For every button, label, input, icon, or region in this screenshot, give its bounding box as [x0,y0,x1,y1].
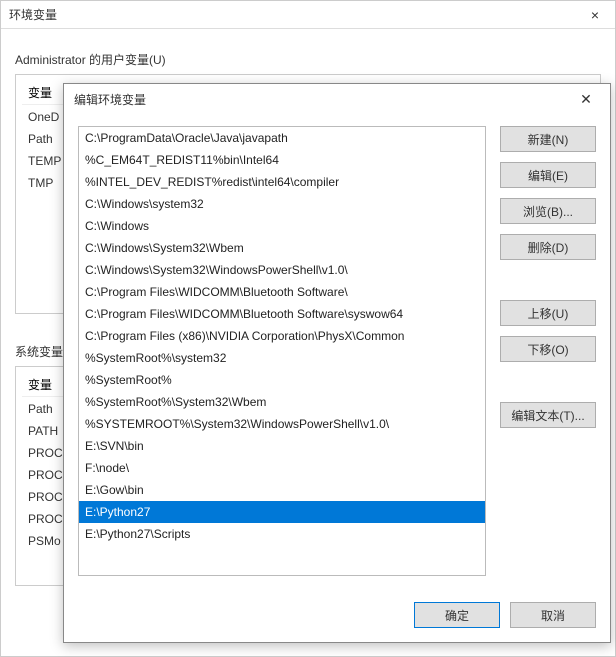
path-list-item[interactable]: %SystemRoot%\system32 [79,347,485,369]
move-down-button[interactable]: 下移(O) [500,336,596,362]
edit-text-button[interactable]: 编辑文本(T)... [500,402,596,428]
delete-button[interactable]: 删除(D) [500,234,596,260]
environment-variables-window: 环境变量 × Administrator 的用户变量(U) 变量 OneDPat… [0,0,616,657]
path-list-item[interactable]: %INTEL_DEV_REDIST%redist\intel64\compile… [79,171,485,193]
path-list-item[interactable]: E:\Python27 [79,501,485,523]
path-list-item[interactable]: E:\Gow\bin [79,479,485,501]
path-list-item[interactable]: %SystemRoot%\System32\Wbem [79,391,485,413]
path-list-item[interactable]: C:\Program Files (x86)\NVIDIA Corporatio… [79,325,485,347]
dialog-titlebar: 编辑环境变量 ✕ [64,84,610,114]
close-icon: ✕ [580,91,592,108]
dialog-body: C:\ProgramData\Oracle\Java\javapath%C_EM… [64,114,610,588]
move-up-button[interactable]: 上移(U) [500,300,596,326]
path-list-item[interactable]: C:\Windows\system32 [79,193,485,215]
path-list-item[interactable]: C:\Program Files\WIDCOMM\Bluetooth Softw… [79,281,485,303]
path-list-item[interactable]: %C_EM64T_REDIST11%bin\Intel64 [79,149,485,171]
cancel-button[interactable]: 取消 [510,602,596,628]
dialog-title: 编辑环境变量 [74,91,146,108]
user-vars-label: Administrator 的用户变量(U) [15,51,601,68]
main-close-button[interactable]: × [583,7,607,23]
path-list-item[interactable]: F:\node\ [79,457,485,479]
path-list[interactable]: C:\ProgramData\Oracle\Java\javapath%C_EM… [78,126,486,576]
main-window-title: 环境变量 [9,6,57,23]
path-list-item[interactable]: C:\Program Files\WIDCOMM\Bluetooth Softw… [79,303,485,325]
dialog-button-column: 新建(N) 编辑(E) 浏览(B)... 删除(D) 上移(U) 下移(O) 编… [500,126,596,588]
new-button[interactable]: 新建(N) [500,126,596,152]
edit-button[interactable]: 编辑(E) [500,162,596,188]
path-list-item[interactable]: E:\SVN\bin [79,435,485,457]
browse-button[interactable]: 浏览(B)... [500,198,596,224]
path-list-item[interactable]: %SYSTEMROOT%\System32\WindowsPowerShell\… [79,413,485,435]
path-list-item[interactable]: %SystemRoot% [79,369,485,391]
path-list-item[interactable]: C:\ProgramData\Oracle\Java\javapath [79,127,485,149]
path-list-item[interactable]: E:\Python27\Scripts [79,523,485,545]
path-list-item[interactable]: C:\Windows [79,215,485,237]
button-spacer-2 [500,372,596,392]
dialog-close-button[interactable]: ✕ [566,86,606,112]
main-titlebar: 环境变量 × [1,1,615,29]
path-list-item[interactable]: C:\Windows\System32\Wbem [79,237,485,259]
button-spacer-1 [500,270,596,290]
ok-button[interactable]: 确定 [414,602,500,628]
dialog-footer: 确定 取消 [64,588,610,642]
path-list-item[interactable]: C:\Windows\System32\WindowsPowerShell\v1… [79,259,485,281]
edit-env-var-dialog: 编辑环境变量 ✕ C:\ProgramData\Oracle\Java\java… [63,83,611,643]
